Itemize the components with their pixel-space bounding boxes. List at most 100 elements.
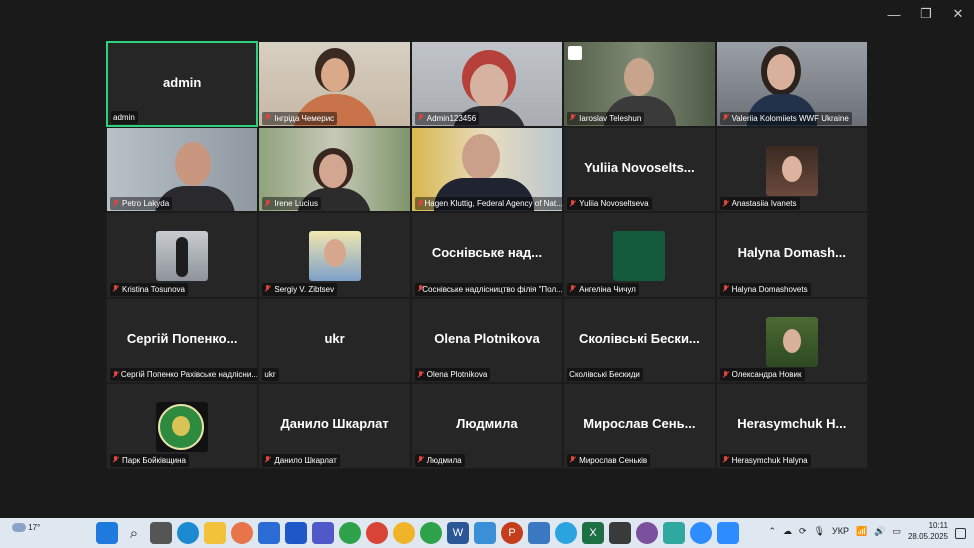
participant-tile[interactable]: Сколівські Бески... Сколівські Бескиди bbox=[563, 297, 716, 384]
app-icon[interactable] bbox=[231, 522, 253, 544]
sync-icon[interactable]: ⟳ bbox=[799, 526, 807, 537]
muted-mic-icon bbox=[569, 456, 576, 464]
chrome-icon[interactable] bbox=[420, 522, 442, 544]
teams-icon[interactable] bbox=[312, 522, 334, 544]
participant-label: Kristina Tosunova bbox=[110, 282, 188, 296]
file-explorer-icon[interactable] bbox=[204, 522, 226, 544]
language-indicator[interactable]: УКР bbox=[832, 526, 849, 536]
store-icon[interactable] bbox=[258, 522, 280, 544]
participant-tile[interactable]: Olena Plotnikova Olena Plotnikova bbox=[410, 297, 564, 384]
clock[interactable]: 10:11 28.05.2025 bbox=[908, 520, 948, 542]
maximize-button[interactable]: ❐ bbox=[910, 0, 942, 28]
participant-tile[interactable]: Herasymchuk H... Herasymchuk Halyna bbox=[715, 383, 868, 469]
notification-icon[interactable] bbox=[955, 528, 966, 539]
participant-avatar bbox=[765, 316, 818, 367]
muted-mic-icon bbox=[569, 285, 576, 293]
chrome-icon[interactable] bbox=[366, 522, 388, 544]
muted-mic-icon bbox=[417, 370, 424, 379]
participant-tile[interactable]: Парк Бойківщина bbox=[106, 383, 259, 469]
participant-avatar bbox=[765, 145, 818, 196]
photos-icon[interactable] bbox=[474, 522, 496, 544]
participant-avatar bbox=[308, 231, 361, 282]
participant-tile[interactable]: Iaroslav Teleshun bbox=[563, 41, 716, 127]
participant-tile[interactable]: Kristina Tosunova bbox=[106, 212, 259, 298]
app-icon[interactable] bbox=[609, 522, 631, 544]
weather-widget[interactable]: 17° bbox=[12, 523, 40, 533]
volume-icon[interactable]: 🔊 bbox=[874, 526, 885, 537]
participant-tile[interactable]: Олександра Новик bbox=[715, 297, 868, 384]
participant-label: Sergiy V. Zibtsev bbox=[262, 282, 338, 296]
participant-label: Irene Lucius bbox=[262, 197, 321, 211]
participant-tile[interactable]: Admin123456 bbox=[410, 41, 564, 127]
participant-label: Herasymchuk Halyna bbox=[719, 453, 811, 467]
participant-tile[interactable]: Соснівське над... Соснівське надлісництв… bbox=[410, 212, 564, 298]
participant-tile[interactable]: admin admin bbox=[106, 41, 259, 127]
cloud-icon bbox=[12, 523, 26, 533]
participant-tile[interactable]: Valeriia Kolomiiets WWF Ukraine bbox=[715, 41, 868, 127]
participant-tile[interactable]: ukr ukr bbox=[258, 297, 411, 384]
notepad-icon[interactable] bbox=[528, 522, 550, 544]
muted-mic-icon bbox=[417, 285, 423, 293]
muted-mic-icon bbox=[264, 114, 271, 122]
muted-mic-icon bbox=[569, 199, 576, 208]
participant-name-display: Людмила bbox=[456, 416, 518, 432]
chevron-up-icon[interactable]: ⌃ bbox=[769, 526, 777, 537]
participant-label: Мирослав Сеньків bbox=[567, 453, 651, 467]
minimize-button[interactable]: — bbox=[878, 0, 910, 28]
participant-tile[interactable]: Yuliia Novoselts... Yuliia Novoseltseva bbox=[563, 126, 716, 213]
participant-label: Сколівські Бескиди bbox=[567, 368, 643, 382]
muted-mic-icon bbox=[264, 456, 271, 464]
chrome-icon[interactable] bbox=[339, 522, 361, 544]
participant-label: Данило Шкарлат bbox=[262, 453, 340, 467]
chrome-icon[interactable] bbox=[393, 522, 415, 544]
wifi-icon[interactable]: 📶 bbox=[856, 526, 867, 537]
system-tray: ⌃ ☁ ⟳ 🎙 УКР 📶 🔊 ▭ 10:11 28.05.2025 bbox=[769, 520, 949, 542]
participant-tile[interactable]: Sergiy V. Zibtsev bbox=[258, 212, 411, 298]
participant-tile[interactable]: Petro Lakyda bbox=[106, 126, 259, 213]
window-controls: — ❐ ✕ bbox=[878, 0, 974, 28]
participant-tile[interactable]: Anastasiia Ivanets bbox=[715, 126, 868, 213]
muted-mic-icon bbox=[722, 370, 729, 379]
participant-tile[interactable]: Hagen Kluttig, Federal Agency of Nat... bbox=[410, 126, 564, 213]
participant-label: Yuliia Novoseltseva bbox=[567, 197, 652, 211]
microphone-icon[interactable]: 🎙 bbox=[814, 526, 825, 537]
participant-tile[interactable]: Людмила Людмила bbox=[410, 383, 564, 469]
search-icon[interactable]: ⌕ bbox=[123, 522, 145, 544]
viber-icon[interactable] bbox=[636, 522, 658, 544]
participant-tile[interactable]: Інгріда Чемерис bbox=[258, 41, 411, 127]
participant-tile[interactable]: Ангеліна Чичул bbox=[563, 212, 716, 298]
excel-icon[interactable]: X bbox=[582, 522, 604, 544]
participant-tile[interactable]: Мирослав Сень... Мирослав Сеньків bbox=[563, 383, 716, 469]
windows-start-icon[interactable] bbox=[96, 522, 118, 544]
muted-mic-icon bbox=[112, 370, 118, 379]
word-icon[interactable]: W bbox=[447, 522, 469, 544]
onedrive-icon[interactable]: ☁ bbox=[783, 526, 792, 537]
telegram-icon[interactable] bbox=[555, 522, 577, 544]
participant-tile[interactable]: Сергій Попенко... Сергій Попенко Рахівсь… bbox=[106, 297, 259, 384]
muted-mic-icon bbox=[417, 456, 424, 464]
participant-label: Інгріда Чемерис bbox=[262, 111, 338, 125]
participant-name-display: Сколівські Бески... bbox=[578, 330, 700, 346]
participant-tile[interactable]: Данило Шкарлат Данило Шкарлат bbox=[258, 383, 411, 469]
park-logo bbox=[156, 402, 209, 453]
participant-label: Олександра Новик bbox=[719, 368, 805, 382]
powerpoint-icon[interactable]: P bbox=[501, 522, 523, 544]
muted-mic-icon bbox=[722, 285, 729, 293]
participant-tile[interactable]: Halyna Domash... Halyna Domashovets bbox=[715, 212, 868, 298]
participant-tile[interactable]: Irene Lucius bbox=[258, 126, 411, 213]
mail-icon[interactable] bbox=[285, 522, 307, 544]
close-button[interactable]: ✕ bbox=[942, 0, 974, 28]
participant-name-display: admin bbox=[163, 75, 202, 90]
app-icon[interactable] bbox=[663, 522, 685, 544]
participant-name-display: Соснівське над... bbox=[431, 245, 543, 261]
participant-name-display: Мирослав Сень... bbox=[583, 416, 696, 432]
participant-avatar bbox=[156, 231, 209, 282]
battery-icon[interactable]: ▭ bbox=[892, 526, 901, 537]
zoom-icon[interactable] bbox=[690, 522, 712, 544]
edge-icon[interactable] bbox=[177, 522, 199, 544]
muted-mic-icon bbox=[722, 199, 729, 208]
task-view-icon[interactable] bbox=[150, 522, 172, 544]
zoom-icon[interactable] bbox=[717, 522, 739, 544]
participant-name-display: Сергій Попенко... bbox=[126, 330, 238, 346]
participant-label: Halyna Domashovets bbox=[719, 282, 811, 296]
